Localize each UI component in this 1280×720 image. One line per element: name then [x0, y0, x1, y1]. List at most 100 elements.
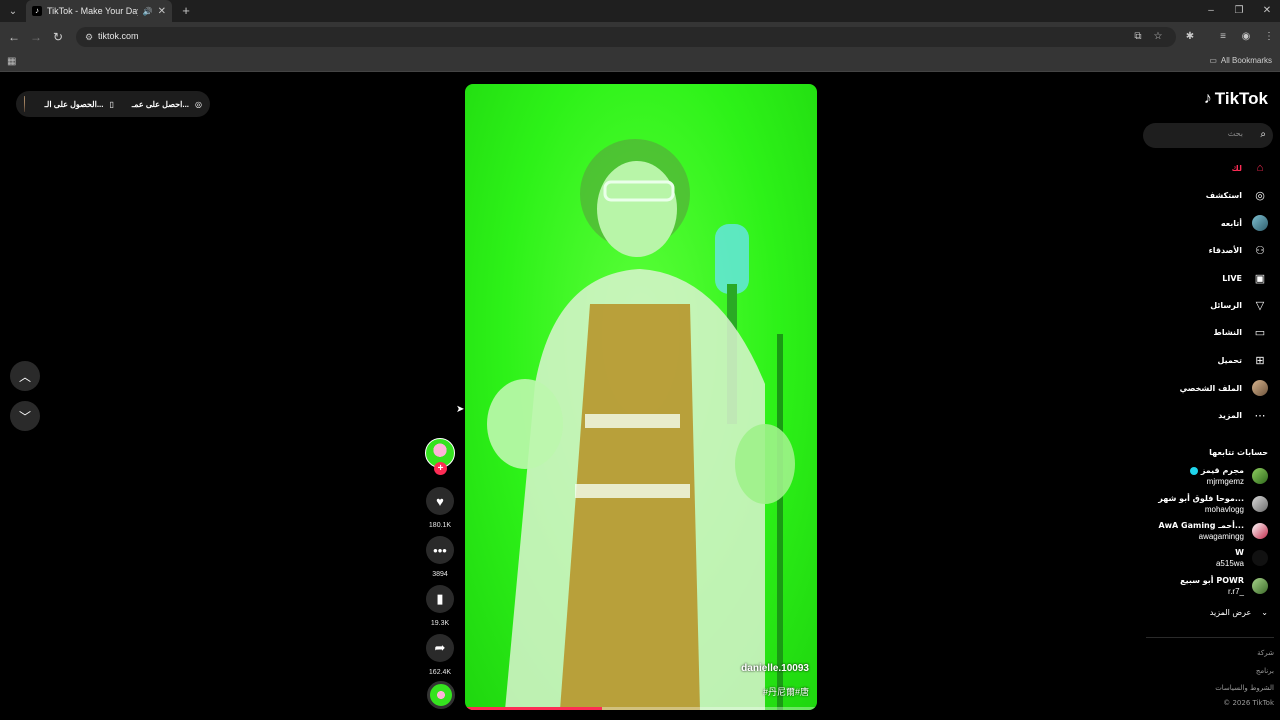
- menu-kebab-icon[interactable]: ⋮: [1261, 29, 1277, 45]
- nav-friends[interactable]: ⚇ الأصدقاء: [1209, 239, 1268, 261]
- get-app-label[interactable]: الحصول على الـ...: [45, 100, 104, 109]
- account-item[interactable]: أبو سبيع POWR r.r7_: [1128, 574, 1268, 598]
- nav-profile[interactable]: الملف الشخصي: [1180, 377, 1268, 399]
- see-more-button[interactable]: ⌄ عرض المزيد: [1210, 608, 1268, 617]
- messages-icon: ▽: [1255, 299, 1265, 312]
- tiktok-page: الحصول على الـ... ▯ احصل على عمـ... ◎ ︿ …: [0, 73, 1280, 720]
- comment-count: 3894: [432, 571, 448, 578]
- avatar: [1252, 578, 1268, 594]
- account-item[interactable]: AwA Gaming أحمـ... awagamingg: [1128, 519, 1268, 543]
- nav-more[interactable]: ⋯ المزيد: [1218, 404, 1268, 426]
- account-item[interactable]: W a515wa: [1128, 546, 1268, 570]
- search-box[interactable]: ⌕: [1143, 123, 1273, 148]
- site-info-icon[interactable]: ⚙: [82, 30, 96, 44]
- footer-link[interactable]: برنامج: [1256, 667, 1274, 675]
- minimize-icon[interactable]: –: [1201, 3, 1221, 19]
- new-tab-button[interactable]: +: [178, 3, 194, 19]
- next-video-button[interactable]: ﹀: [10, 401, 40, 431]
- nav-label: الأصدقاء: [1208, 245, 1242, 255]
- browser-tab[interactable]: ♪ TikTok - Make Your Day 🔊 ✕: [26, 0, 172, 22]
- footer-link[interactable]: الشروط والسياسات: [1215, 684, 1274, 692]
- more-icon: ⋯: [1254, 409, 1266, 422]
- all-bookmarks-label: All Bookmarks: [1220, 56, 1272, 65]
- avatar: [1252, 496, 1268, 512]
- install-app-icon[interactable]: ⧉: [1130, 29, 1146, 45]
- tab-search-chevron-icon[interactable]: ⌄: [5, 3, 21, 19]
- nav-following[interactable]: أتابعه: [1221, 212, 1268, 234]
- profile-avatar: [1252, 380, 1268, 396]
- logo-text: TikTok: [1214, 89, 1268, 108]
- video-progress-fill: [465, 707, 603, 710]
- media-controls-icon[interactable]: ≡: [1215, 29, 1231, 45]
- follow-plus-icon[interactable]: +: [434, 462, 447, 475]
- live-icon: ▣: [1254, 272, 1266, 285]
- video-hashtags[interactable]: #丹尼爾#唐: [763, 685, 809, 698]
- account-name: موحا فلوق أبو شهر...: [1158, 494, 1244, 503]
- chevron-down-icon: ⌄: [1261, 608, 1268, 617]
- bookmark-star-icon[interactable]: ☆: [1150, 29, 1166, 45]
- nav-label: LIVE: [1222, 273, 1242, 283]
- tab-close-icon[interactable]: ✕: [158, 6, 166, 17]
- mouse-cursor-icon: ➤: [456, 404, 465, 415]
- all-bookmarks-button[interactable]: ▭ All Bookmarks: [1209, 56, 1272, 65]
- video-player[interactable]: danielle.10093 #丹尼爾#唐: [465, 84, 817, 710]
- copyright: © 2026 TikTok: [1223, 699, 1274, 707]
- following-avatar: [1252, 215, 1268, 231]
- top-promo-pill: الحصول على الـ... ▯ احصل على عمـ... ◎: [16, 91, 210, 117]
- forward-button[interactable]: →: [28, 29, 44, 45]
- get-coins-label[interactable]: احصل على عمـ...: [132, 100, 189, 109]
- account-item[interactable]: موحا فلوق أبو شهر... mohavlogg: [1128, 492, 1268, 516]
- account-name: أبو سبيع POWR: [1180, 576, 1244, 585]
- restore-icon[interactable]: ❐: [1229, 3, 1249, 19]
- browser-toolbar: ← → ↻ ⚙ tiktok.com ⧉ ☆ ✱ ≡ ◉ ⋮: [0, 22, 1280, 52]
- account-handle: awagamingg: [1198, 532, 1244, 541]
- back-button[interactable]: ←: [6, 29, 22, 45]
- avatar: [1252, 550, 1268, 566]
- nav-label: الرسائل: [1210, 300, 1242, 310]
- nav-label: أتابعه: [1220, 218, 1242, 228]
- tiktok-logo[interactable]: ♪ TikTok: [1204, 89, 1268, 109]
- avatar[interactable]: [24, 96, 25, 112]
- music-disc-icon[interactable]: [427, 681, 455, 709]
- apps-grid-icon[interactable]: ▦: [7, 56, 18, 67]
- home-icon: ⌂: [1256, 162, 1264, 174]
- nav-messages[interactable]: ▽ الرسائل: [1210, 294, 1268, 316]
- speaker-icon[interactable]: 🔊: [143, 7, 153, 16]
- profile-icon[interactable]: ◉: [1238, 29, 1254, 45]
- previous-video-button[interactable]: ︿: [10, 361, 40, 391]
- chevron-up-icon: ︿: [18, 369, 31, 384]
- nav-for-you[interactable]: ⌂ لك: [1232, 157, 1268, 179]
- comment-icon[interactable]: •••: [426, 536, 454, 564]
- folder-icon: ▭: [1209, 56, 1217, 65]
- address-bar[interactable]: ⚙ tiktok.com: [76, 27, 1176, 47]
- reload-button[interactable]: ↻: [50, 29, 66, 45]
- bookmark-icon[interactable]: ▮: [426, 585, 454, 613]
- share-icon[interactable]: ➦: [426, 634, 454, 662]
- heart-icon[interactable]: ♥: [426, 487, 454, 515]
- account-name-row: مجرم قيمز: [1188, 466, 1244, 475]
- tiktok-favicon-icon: ♪: [32, 6, 42, 16]
- search-icon[interactable]: ⌕: [1260, 129, 1266, 140]
- save-action: ▮ 19.3K: [425, 585, 455, 627]
- nav-activity[interactable]: ▭ النشاط: [1214, 321, 1268, 343]
- divider: [1146, 637, 1274, 638]
- bookmarks-bar: ▦ ▭ All Bookmarks: [0, 52, 1280, 72]
- window-close-icon[interactable]: ✕: [1257, 3, 1277, 19]
- account-item[interactable]: مجرم قيمز mjrmgemz: [1128, 464, 1268, 488]
- account-handle: a515wa: [1215, 559, 1244, 568]
- avatar: [1252, 468, 1268, 484]
- video-author[interactable]: danielle.10093: [741, 663, 809, 674]
- chevron-down-icon: ﹀: [18, 409, 31, 424]
- footer-link[interactable]: شركة: [1257, 649, 1274, 657]
- nav-live[interactable]: ▣ LIVE: [1222, 267, 1268, 289]
- account-handle: r.r7_: [1227, 587, 1244, 596]
- search-input[interactable]: [1153, 129, 1243, 138]
- tab-title: TikTok - Make Your Day: [47, 6, 138, 16]
- nav-explore[interactable]: ◎ استكشف: [1206, 184, 1268, 206]
- avatar: [1252, 523, 1268, 539]
- account-name: مجرم قيمز: [1200, 466, 1244, 475]
- nav-upload[interactable]: ⊞ تحميل: [1217, 349, 1268, 371]
- url-text[interactable]: tiktok.com: [98, 31, 139, 41]
- extensions-icon[interactable]: ✱: [1182, 29, 1198, 45]
- compass-icon: ◎: [1255, 189, 1265, 202]
